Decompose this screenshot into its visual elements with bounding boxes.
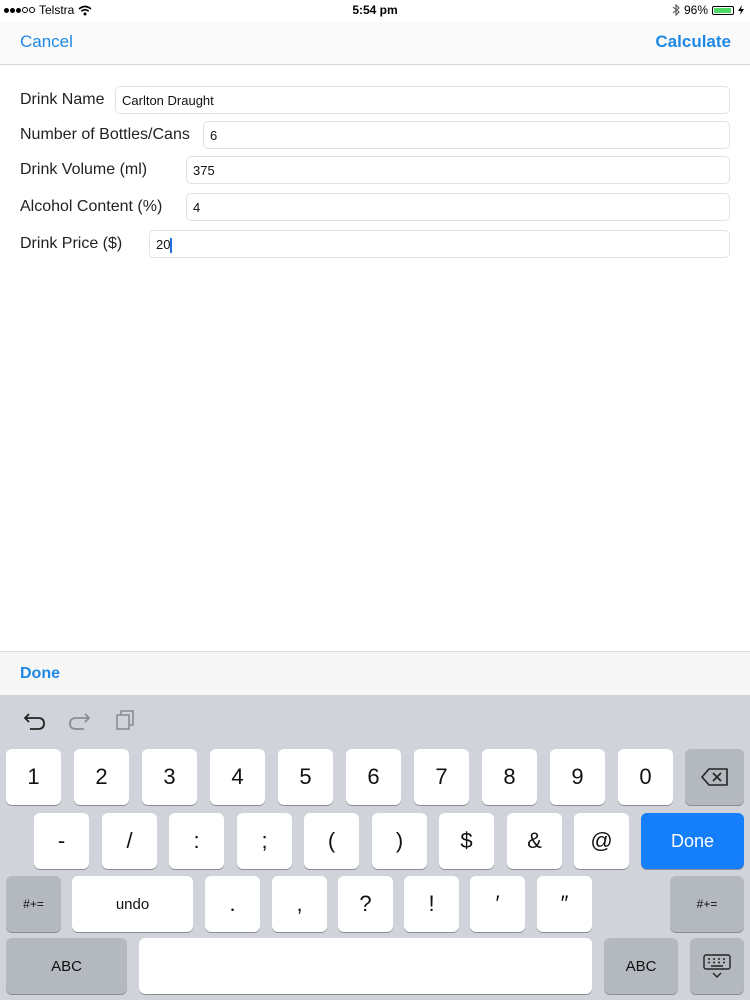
key-7[interactable]: 7 [414, 749, 469, 805]
key-at[interactable]: @ [574, 813, 629, 869]
key-hyphen[interactable]: - [34, 813, 89, 869]
cancel-button[interactable]: Cancel [20, 32, 73, 52]
key-period[interactable]: . [205, 876, 260, 932]
symbols-key-right[interactable]: #+= [670, 876, 744, 932]
status-time: 5:54 pm [352, 3, 398, 17]
key-comma[interactable]: , [272, 876, 327, 932]
input-accessory-bar: Done [0, 651, 750, 696]
alcohol-value: 4 [193, 200, 201, 215]
battery-icon [712, 5, 734, 15]
redo-icon[interactable] [65, 706, 93, 734]
key-close-paren[interactable]: ) [372, 813, 427, 869]
volume-field[interactable]: 375 [186, 156, 730, 184]
calculate-button[interactable]: Calculate [655, 32, 731, 52]
alcohol-row: Alcohol Content (%) 4 [0, 193, 750, 223]
keyboard-dismiss-key[interactable] [690, 938, 744, 994]
symbols-key-left[interactable]: #+= [6, 876, 61, 932]
key-dollar[interactable]: $ [439, 813, 494, 869]
navigation-bar: Cancel Calculate [0, 22, 750, 65]
key-prime[interactable]: ′ [470, 876, 525, 932]
keyboard: 1 2 3 4 5 6 7 8 9 0 - / : ; ( ) $ & @ Do… [0, 695, 750, 1000]
status-right: 96% [672, 3, 744, 17]
paste-icon[interactable] [110, 706, 138, 734]
undo-key[interactable]: undo [72, 876, 193, 932]
backspace-icon [700, 768, 728, 786]
abc-key-right[interactable]: ABC [604, 938, 678, 994]
text-cursor [170, 238, 173, 254]
bluetooth-icon [672, 4, 680, 16]
drink-name-label: Drink Name [20, 91, 105, 108]
status-bar: Telstra 5:54 pm 96% [0, 0, 750, 22]
drink-name-row: Drink Name Carlton Draught [0, 86, 750, 116]
keyboard-dismiss-icon [703, 954, 731, 978]
volume-label: Drink Volume (ml) [20, 161, 148, 178]
price-row: Drink Price ($) 20 [0, 230, 750, 260]
key-4[interactable]: 4 [210, 749, 265, 805]
key-slash[interactable]: / [102, 813, 157, 869]
key-2[interactable]: 2 [74, 749, 129, 805]
drink-name-value: Carlton Draught [122, 93, 214, 108]
bottles-value: 6 [210, 128, 218, 143]
bottles-label: Number of Bottles/Cans [20, 126, 190, 143]
key-1[interactable]: 1 [6, 749, 61, 805]
key-6[interactable]: 6 [346, 749, 401, 805]
alcohol-field[interactable]: 4 [186, 193, 730, 221]
key-5[interactable]: 5 [278, 749, 333, 805]
key-open-paren[interactable]: ( [304, 813, 359, 869]
price-value: 20 [156, 237, 171, 252]
key-8[interactable]: 8 [482, 749, 537, 805]
key-semicolon[interactable]: ; [237, 813, 292, 869]
alcohol-label: Alcohol Content (%) [20, 198, 163, 215]
key-colon[interactable]: : [169, 813, 224, 869]
key-ampersand[interactable]: & [507, 813, 562, 869]
bottles-field[interactable]: 6 [203, 121, 730, 149]
volume-row: Drink Volume (ml) 375 [0, 156, 750, 186]
key-3[interactable]: 3 [142, 749, 197, 805]
abc-key-left[interactable]: ABC [6, 938, 127, 994]
bottles-row: Number of Bottles/Cans 6 [0, 121, 750, 151]
undo-icon[interactable] [21, 706, 49, 734]
battery-percent: 96% [683, 3, 708, 17]
key-9[interactable]: 9 [550, 749, 605, 805]
keyboard-done-key[interactable]: Done [641, 813, 744, 869]
volume-value: 375 [193, 163, 215, 178]
backspace-key[interactable] [685, 749, 744, 805]
key-double-prime[interactable]: ″ [537, 876, 592, 932]
key-0[interactable]: 0 [618, 749, 673, 805]
accessory-done-button[interactable]: Done [20, 665, 60, 683]
space-key[interactable] [139, 938, 592, 994]
price-label: Drink Price ($) [20, 235, 123, 252]
price-field[interactable]: 20 [149, 230, 730, 258]
charging-icon [738, 5, 744, 15]
key-exclamation[interactable]: ! [404, 876, 459, 932]
drink-name-field[interactable]: Carlton Draught [115, 86, 730, 114]
key-question[interactable]: ? [338, 876, 393, 932]
